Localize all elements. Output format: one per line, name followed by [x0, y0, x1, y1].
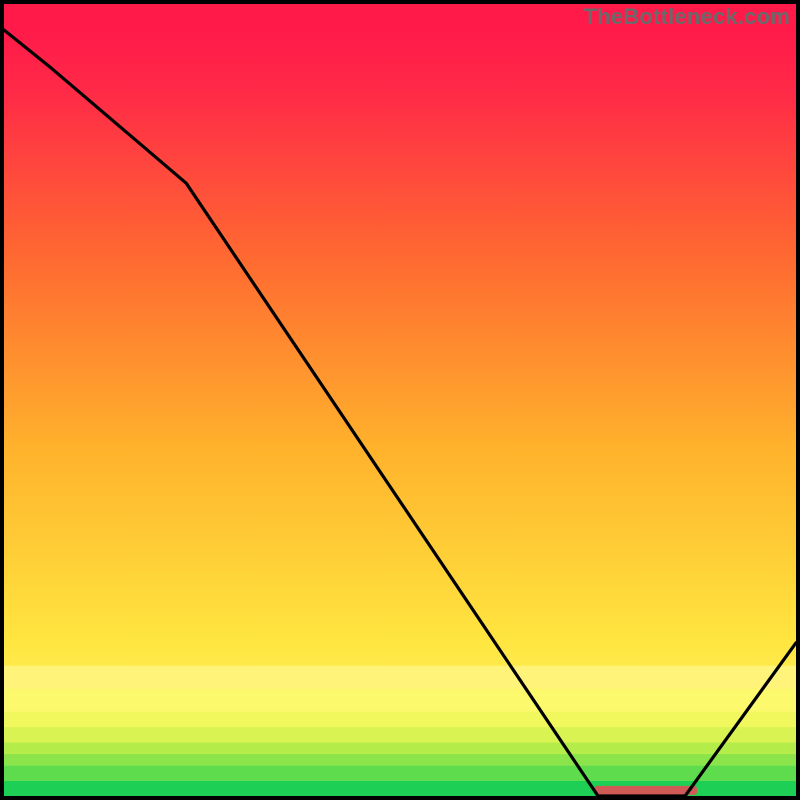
watermark-text: TheBottleneck.com [584, 4, 790, 30]
band-7 [4, 666, 796, 689]
chart-svg [0, 0, 800, 800]
band-2 [4, 754, 796, 765]
band-6 [4, 689, 796, 712]
band-5 [4, 712, 796, 727]
band-4 [4, 727, 796, 742]
bottleneck-chart: TheBottleneck.com [0, 0, 800, 800]
band-3 [4, 742, 796, 753]
optimal-marker [594, 786, 697, 795]
band-1 [4, 765, 796, 780]
